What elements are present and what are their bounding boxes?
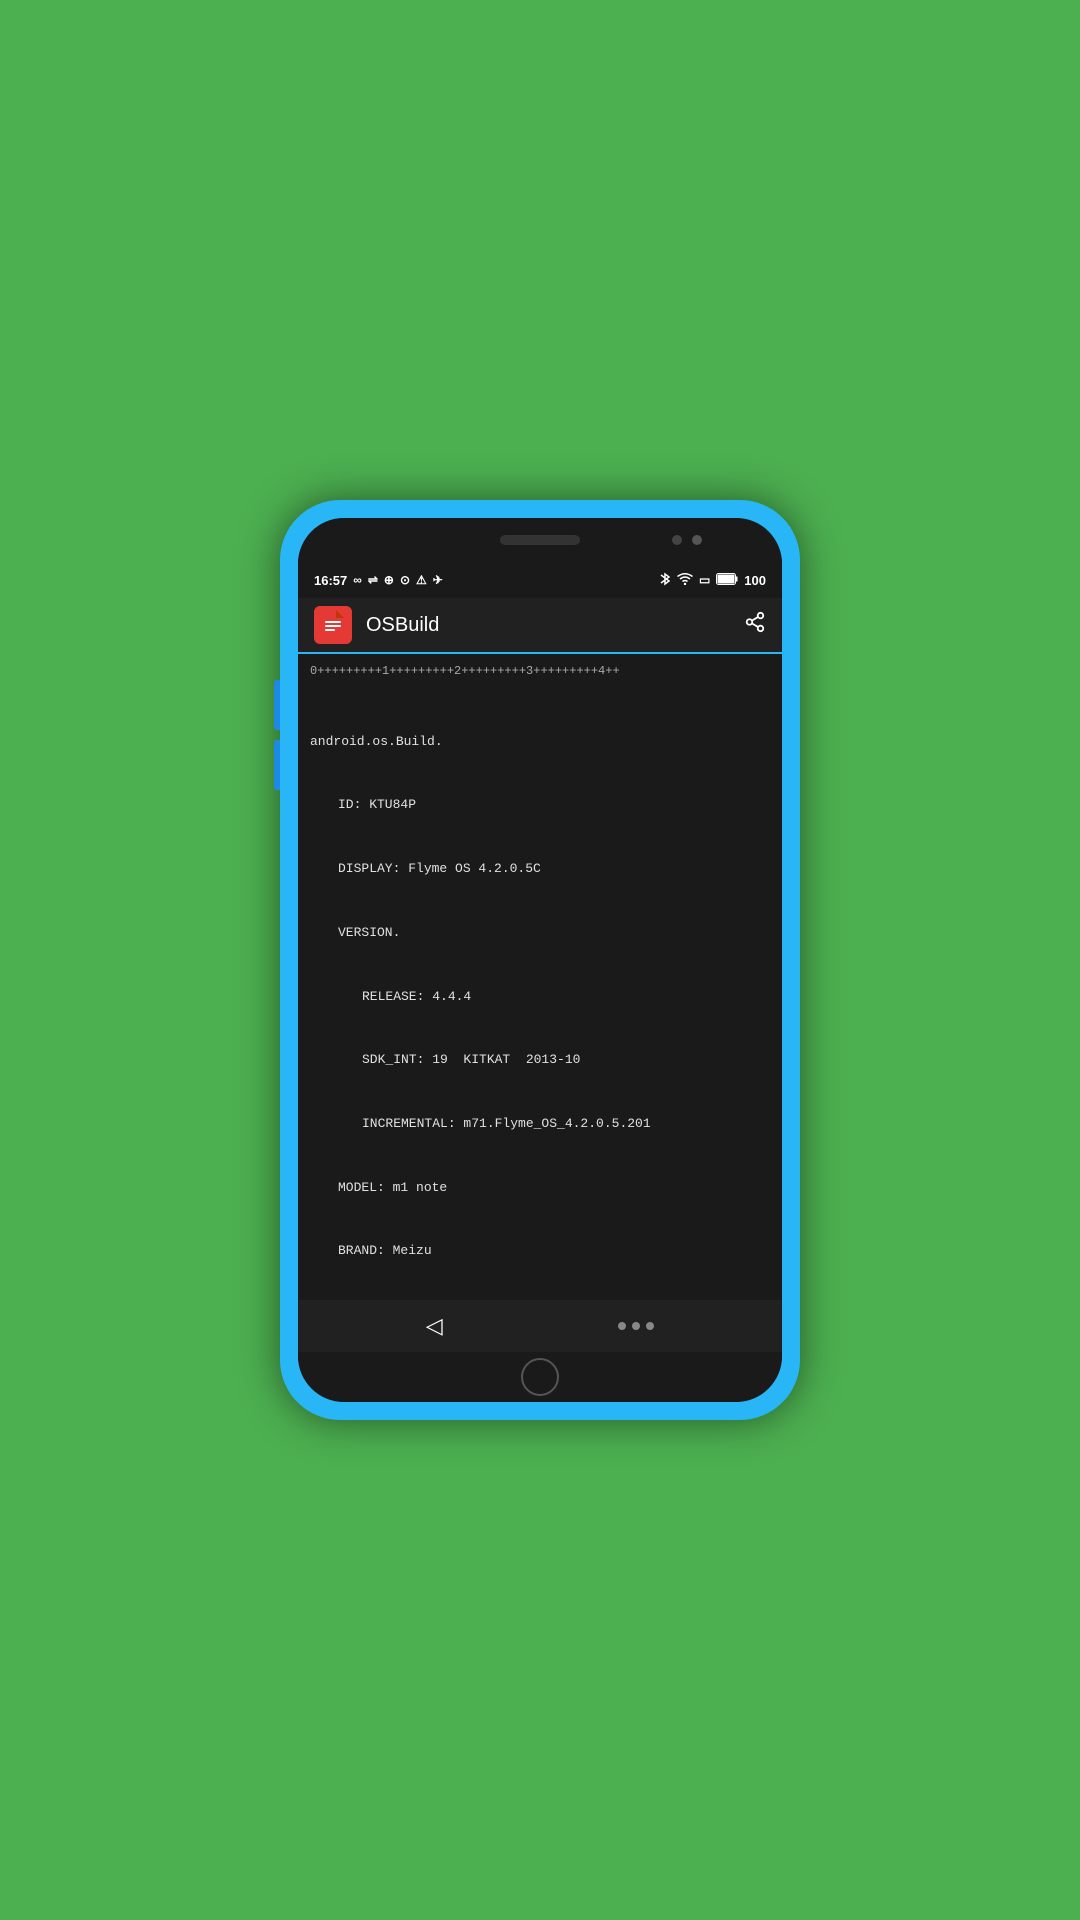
infinity-icon: ∞ (353, 573, 362, 587)
app-title: OSBuild (366, 614, 744, 637)
line-7: MODEL: m1 note (310, 1177, 770, 1199)
sensor (692, 535, 702, 545)
line-5: SDK_INT: 19 KITKAT 2013-10 (310, 1049, 770, 1071)
content-area[interactable]: 0+++++++++1+++++++++2+++++++++3+++++++++… (298, 654, 782, 1300)
screen-rotate-icon: ▭ (699, 573, 710, 587)
ruler-line: 0+++++++++1+++++++++2+++++++++3+++++++++… (310, 662, 770, 681)
speaker-grill (500, 535, 580, 545)
line-4: RELEASE: 4.4.4 (310, 986, 770, 1008)
battery-level: 100 (744, 573, 766, 588)
nav-dot-3 (646, 1322, 654, 1330)
home-button[interactable] (521, 1358, 559, 1396)
phone-screen: 16:57 ∞ ⇌ ⊕ ⊙ ⚠ ✈ (298, 518, 782, 1402)
location-icon: ⊕ (384, 573, 394, 587)
volume-down-button[interactable] (274, 740, 280, 790)
nav-dot-2 (632, 1322, 640, 1330)
app-toolbar: OSBuild (298, 598, 782, 654)
back-button[interactable]: ◁ (426, 1313, 443, 1339)
bluetooth-icon (659, 571, 671, 590)
status-right-group: ▭ 100 (659, 571, 766, 590)
wifi-icon (677, 572, 693, 588)
status-left-group: 16:57 ∞ ⇌ ⊕ ⊙ ⚠ ✈ (314, 573, 443, 588)
line-0: android.os.Build. (310, 731, 770, 753)
app-icon (314, 606, 352, 644)
nav-dot-1 (618, 1322, 626, 1330)
code-output: android.os.Build. ID: KTU84P DISPLAY: Fl… (310, 689, 770, 1300)
phone-top-hardware (298, 518, 782, 562)
document-icon (322, 610, 344, 641)
line-2: DISPLAY: Flyme OS 4.2.0.5C (310, 858, 770, 880)
bottom-nav-bar: ◁ (298, 1300, 782, 1352)
battery-icon (716, 573, 738, 588)
line-3: VERSION. (310, 922, 770, 944)
nav-dots-group (618, 1322, 654, 1330)
time-display: 16:57 (314, 573, 347, 588)
airplane-icon: ✈ (433, 573, 443, 587)
phone-bottom-hardware (298, 1352, 782, 1402)
front-camera (672, 535, 682, 545)
line-8: BRAND: Meizu (310, 1240, 770, 1262)
sync-icon: ⊙ (400, 573, 410, 587)
usb-icon: ⇌ (368, 573, 378, 587)
status-bar: 16:57 ∞ ⇌ ⊕ ⊙ ⚠ ✈ (298, 562, 782, 598)
warning-icon: ⚠ (416, 573, 427, 587)
volume-up-button[interactable] (274, 680, 280, 730)
line-1: ID: KTU84P (310, 794, 770, 816)
share-button[interactable] (744, 611, 766, 639)
line-6: INCREMENTAL: m71.Flyme_OS_4.2.0.5.201 (310, 1113, 770, 1135)
phone-outer: 16:57 ∞ ⇌ ⊕ ⊙ ⚠ ✈ (280, 500, 800, 1420)
